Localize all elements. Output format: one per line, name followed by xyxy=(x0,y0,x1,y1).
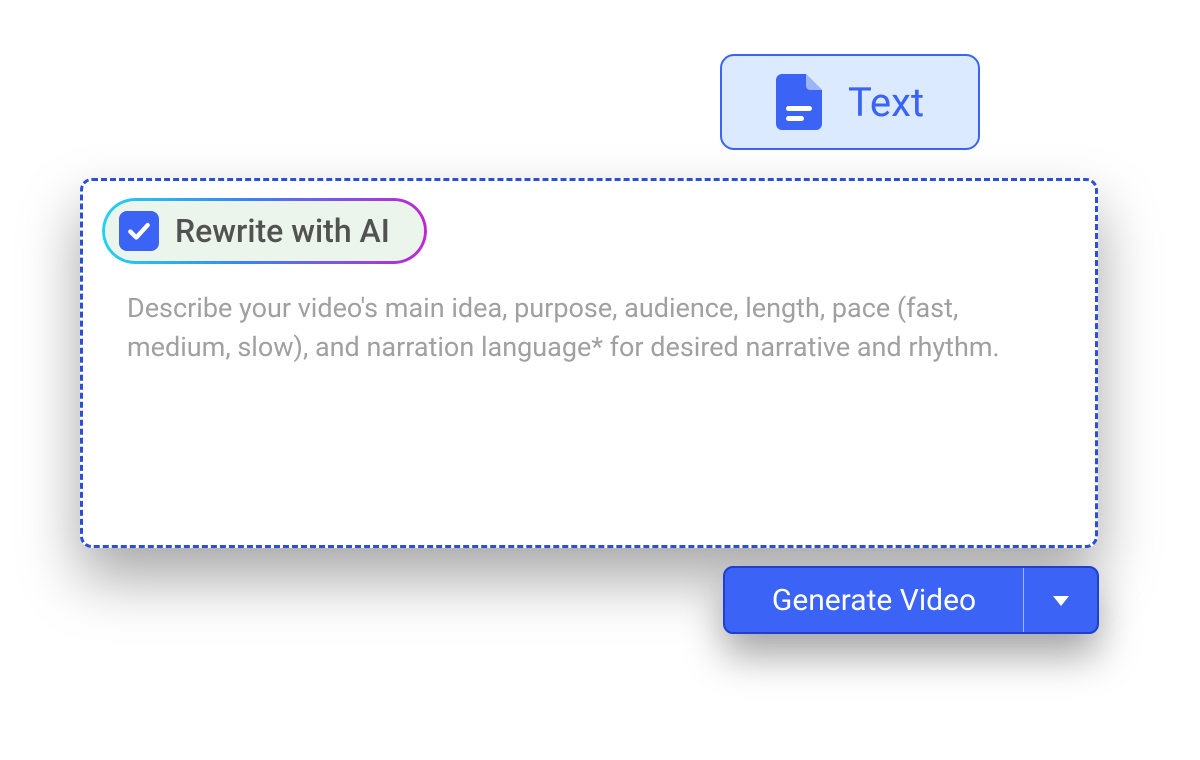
generate-video-button[interactable]: Generate Video xyxy=(723,566,1099,634)
rewrite-with-ai-toggle[interactable]: Rewrite with AI xyxy=(105,201,424,261)
text-tab[interactable]: Text xyxy=(720,54,980,150)
text-tab-label: Text xyxy=(848,79,924,126)
rewrite-checkbox[interactable] xyxy=(119,211,159,251)
generate-video-label[interactable]: Generate Video xyxy=(725,568,1023,632)
document-icon xyxy=(776,74,822,130)
rewrite-label: Rewrite with AI xyxy=(175,212,390,250)
check-icon xyxy=(126,218,152,244)
prompt-input[interactable]: Describe your video's main idea, purpose… xyxy=(127,289,1049,367)
generate-video-dropdown[interactable] xyxy=(1023,568,1097,632)
chevron-down-icon xyxy=(1049,588,1073,612)
prompt-panel: Rewrite with AI Describe your video's ma… xyxy=(80,178,1098,548)
